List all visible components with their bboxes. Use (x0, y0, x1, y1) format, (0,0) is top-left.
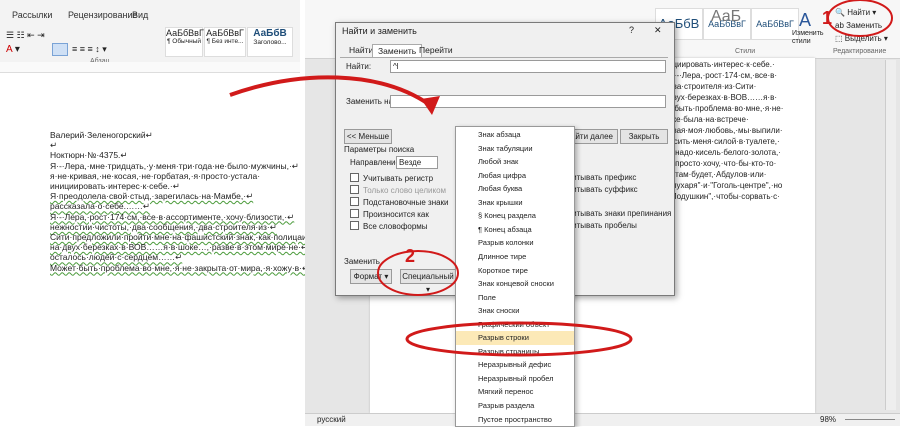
marker-2: 2 (405, 246, 416, 266)
marker-1: 1 (822, 8, 833, 28)
red-arrowhead (421, 96, 440, 115)
red-circle-line-break (405, 321, 633, 357)
red-circle-special (377, 250, 459, 296)
red-circle-find (827, 0, 893, 37)
annotation-overlay (229, 0, 893, 357)
red-arrow (229, 75, 432, 107)
